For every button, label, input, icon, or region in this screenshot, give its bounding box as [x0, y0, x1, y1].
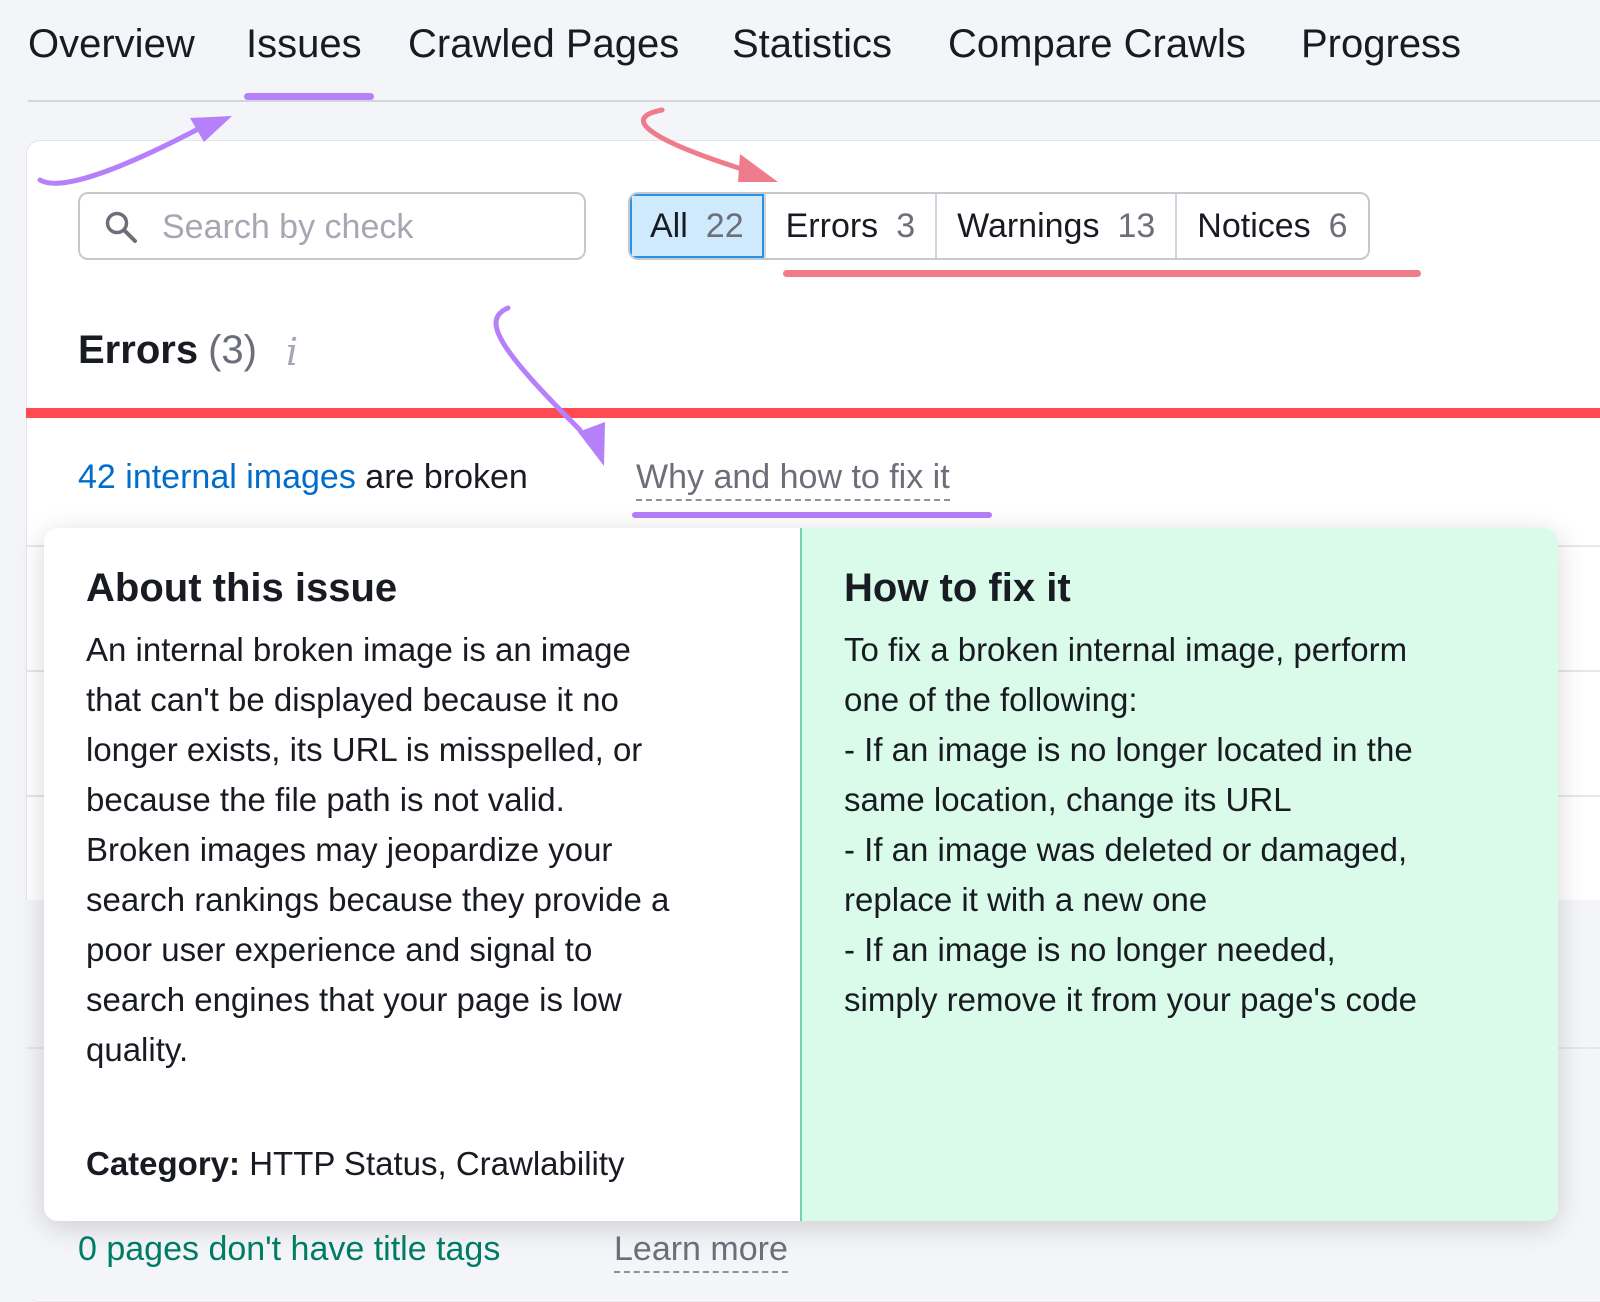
- tab-issues[interactable]: Issues: [246, 22, 362, 67]
- about-title: About this issue: [86, 566, 398, 610]
- tab-progress[interactable]: Progress: [1301, 22, 1461, 67]
- filter-label: All: [650, 206, 688, 245]
- annotation-underline-why: [632, 512, 992, 518]
- issue-text: are broken: [365, 458, 528, 496]
- fix-title: How to fix it: [844, 566, 1071, 610]
- filter-count: 13: [1117, 206, 1156, 245]
- info-icon[interactable]: i: [286, 330, 298, 374]
- filter-count: 6: [1328, 206, 1348, 245]
- filter-label: Errors: [785, 206, 879, 245]
- active-tab-highlight: [244, 93, 374, 100]
- search-input[interactable]: [160, 206, 564, 248]
- category-value: HTTP Status, Crawlability: [249, 1145, 625, 1182]
- tab-compare-crawls[interactable]: Compare Crawls: [948, 22, 1246, 67]
- about-body: An internal broken image is an image tha…: [86, 631, 670, 1068]
- fix-body: To fix a broken internal image, perform …: [844, 631, 1418, 1018]
- filter-warnings[interactable]: Warnings 13: [937, 194, 1178, 258]
- section-title: Errors (3): [78, 328, 257, 373]
- filter-errors[interactable]: Errors 3: [766, 194, 938, 258]
- errors-severity-bar: [26, 408, 1600, 418]
- filter-count: 3: [896, 206, 916, 245]
- tab-statistics[interactable]: Statistics: [732, 22, 892, 67]
- filter-all[interactable]: All 22: [630, 194, 766, 258]
- filter-label: Notices: [1197, 206, 1311, 245]
- issue-help-popover: About this issue An internal broken imag…: [44, 528, 1558, 1221]
- category-label: Category:: [86, 1145, 241, 1182]
- issue-row-broken-images: 42 internal images are broken: [78, 458, 528, 497]
- how-to-fix-panel: How to fix it To fix a broken internal i…: [802, 528, 1558, 1221]
- section-title-text: Errors: [78, 328, 199, 372]
- issue-row-title-tags: 0 pages don't have title tags: [78, 1230, 500, 1269]
- about-issue-panel: About this issue An internal broken imag…: [44, 528, 802, 1221]
- filter-count: 22: [705, 206, 744, 245]
- report-tabs: Overview Issues Crawled Pages Statistics…: [28, 0, 1600, 102]
- tab-overview[interactable]: Overview: [28, 22, 195, 67]
- tab-crawled-pages[interactable]: Crawled Pages: [408, 22, 679, 67]
- annotation-underline-filters: [783, 270, 1421, 277]
- filter-notices[interactable]: Notices 6: [1177, 194, 1367, 258]
- category: Category: HTTP Status, Crawlability: [86, 1145, 625, 1183]
- search-icon: [105, 211, 137, 243]
- issue-type-filter: All 22 Errors 3 Warnings 13 Notices 6: [628, 192, 1370, 260]
- why-and-how-link[interactable]: Why and how to fix it: [636, 458, 950, 501]
- search-field[interactable]: [78, 192, 586, 260]
- issue-link[interactable]: 42 internal images: [78, 458, 356, 496]
- learn-more-link[interactable]: Learn more: [614, 1230, 788, 1273]
- issue-link[interactable]: 0 pages don't have title tags: [78, 1230, 500, 1268]
- filter-label: Warnings: [957, 206, 1100, 245]
- section-count: (3): [208, 328, 257, 372]
